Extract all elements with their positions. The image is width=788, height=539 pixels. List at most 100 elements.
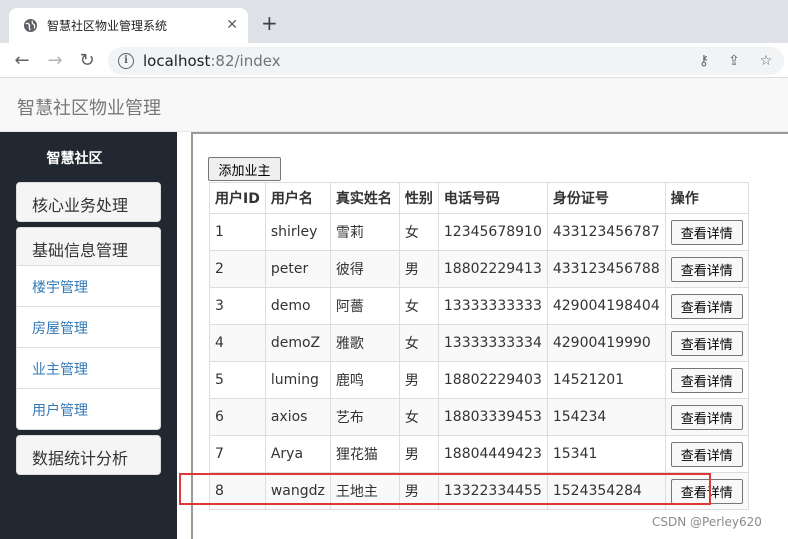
info-icon[interactable]: i [118,53,134,69]
new-tab-icon[interactable]: + [261,13,278,33]
cell-id: 5 [209,361,266,399]
sidebar-panel-stats-label[interactable]: 数据统计分析 [17,436,160,474]
cell-gender: 男 [398,361,439,399]
cell-phone: 13333333333 [437,287,548,325]
cell-id: 2 [209,250,266,288]
app-header: 智慧社区物业管理 [0,78,788,132]
add-owner-button[interactable]: 添加业主 [208,157,281,181]
view-details-button[interactable]: 查看详情 [670,330,743,356]
cell-realname: 阿薔 [329,287,400,325]
table-row: 3 demo 阿薔女 13333333333 429004198404 查看详情 [209,287,749,325]
cell-gender: 女 [398,213,439,251]
cell-phone: 12345678910 [437,213,548,251]
cell-phone: 18802229403 [437,361,548,399]
column-header-phone: 电话号码 [437,182,548,214]
view-details-button[interactable]: 查看详情 [670,219,743,245]
star-icon[interactable]: ☆ [757,52,775,70]
cell-username: axios [264,398,331,436]
table-row: 1 shirley 雪莉女 12345678910 433123456787 查看详情 [209,213,749,251]
cell-phone: 18803339453 [437,398,548,436]
column-header-username: 用户名 [264,182,331,214]
cell-actions: 查看详情 [664,324,749,362]
cell-phone: 18804449423 [437,435,548,473]
cell-phone: 13333333334 [437,324,548,362]
table-row: 7 Arya 狸花猫男 18804449423 15341 查看详情 [209,435,749,473]
cell-gender: 男 [398,435,439,473]
cell-realname: 鹿鸣 [329,361,400,399]
cell-idcard: 14521201 [546,361,666,399]
table-header-row: 用户ID 用户名 真实姓名 性别 电话号码 身份证号 操作 [209,182,749,214]
cell-actions: 查看详情 [664,398,749,436]
cell-id: 6 [209,398,266,436]
url-text: localhost:82/index [143,52,281,70]
table-row: 5 luming 鹿鸣男 18802229403 14521201 查看详情 [209,361,749,399]
cell-id: 4 [209,324,266,362]
view-details-button[interactable]: 查看详情 [670,367,743,393]
close-icon[interactable]: ✕ [226,17,238,33]
share-icon[interactable]: ⇪ [725,52,743,70]
view-details-button[interactable]: 查看详情 [670,256,743,282]
cell-gender: 女 [398,287,439,325]
cell-actions: 查看详情 [664,250,749,288]
sidebar-item-houses[interactable]: 房屋管理 [17,307,160,348]
sidebar: 智慧社区 核心业务处理 基础信息管理 楼宇管理 房屋管理 业主管理 用户管理 数… [0,132,177,539]
url-path: :82/index [210,52,281,70]
cell-username: shirley [264,213,331,251]
cell-realname: 狸花猫 [329,435,400,473]
cell-username: peter [264,250,331,288]
back-icon[interactable]: ← [11,50,33,72]
sidebar-title: 智慧社区 [46,151,103,167]
cell-realname: 艺布 [329,398,400,436]
sidebar-item-owners[interactable]: 业主管理 [17,348,160,389]
cell-realname: 雅歌 [329,324,400,362]
sidebar-panel-stats[interactable]: 数据统计分析 [16,435,161,475]
cell-phone: 18802229413 [437,250,548,288]
forward-icon[interactable]: → [44,50,66,72]
cell-username: luming [264,361,331,399]
cell-username: demo [264,287,331,325]
cell-actions: 查看详情 [664,287,749,325]
key-icon[interactable]: ⚷ [695,52,713,70]
browser-tab[interactable]: 智慧社区物业管理系统 ✕ [9,8,248,43]
cell-realname: 雪莉 [329,213,400,251]
column-header-gender: 性别 [398,182,439,214]
table-row: 2 peter 彼得男 18802229413 433123456788 查看详情 [209,250,749,288]
cell-id: 3 [209,287,266,325]
cell-idcard: 433123456788 [546,250,666,288]
cell-idcard: 15341 [546,435,666,473]
column-header-idcard: 身份证号 [546,182,666,214]
sidebar-panel-base: 基础信息管理 楼宇管理 房屋管理 业主管理 用户管理 [16,227,161,430]
url-field[interactable]: i localhost:82/index ⚷ ⇪ ☆ [108,47,784,75]
cell-id: 7 [209,435,266,473]
cell-id: 1 [209,213,266,251]
view-details-button[interactable]: 查看详情 [670,404,743,430]
browser-tabstrip: 智慧社区物业管理系统 ✕ + [0,0,788,43]
cell-idcard: 433123456787 [546,213,666,251]
url-host: localhost [143,52,211,70]
cell-gender: 女 [398,398,439,436]
sidebar-panel-base-label[interactable]: 基础信息管理 [17,228,160,266]
reload-icon[interactable]: ↻ [76,50,98,72]
cell-idcard: 429004198404 [546,287,666,325]
users-table: 用户ID 用户名 真实姓名 性别 电话号码 身份证号 操作 1 shirley 雪莉… [209,182,749,510]
watermark: CSDN @Perley620 [652,515,762,529]
cell-username: Arya [264,435,331,473]
cell-idcard: 154234 [546,398,666,436]
cell-actions: 查看详情 [664,435,749,473]
globe-icon [23,18,38,33]
tab-title: 智慧社区物业管理系统 [47,19,168,33]
cell-realname: 彼得 [329,250,400,288]
cell-gender: 男 [398,250,439,288]
column-header-realname: 真实姓名 [329,182,400,214]
column-header-id: 用户ID [209,182,266,214]
app-brand[interactable]: 智慧社区物业管理 [17,94,161,120]
cell-actions: 查看详情 [664,361,749,399]
view-details-button[interactable]: 查看详情 [670,293,743,319]
cell-gender: 女 [398,324,439,362]
sidebar-item-users[interactable]: 用户管理 [17,389,160,430]
sidebar-item-buildings[interactable]: 楼宇管理 [17,266,160,307]
view-details-button[interactable]: 查看详情 [670,441,743,467]
sidebar-panel-core[interactable]: 核心业务处理 [16,182,161,222]
sidebar-panel-core-label[interactable]: 核心业务处理 [17,183,160,221]
table-row: 4 demoZ 雅歌女 13333333334 42900419990 查看详情 [209,324,749,362]
